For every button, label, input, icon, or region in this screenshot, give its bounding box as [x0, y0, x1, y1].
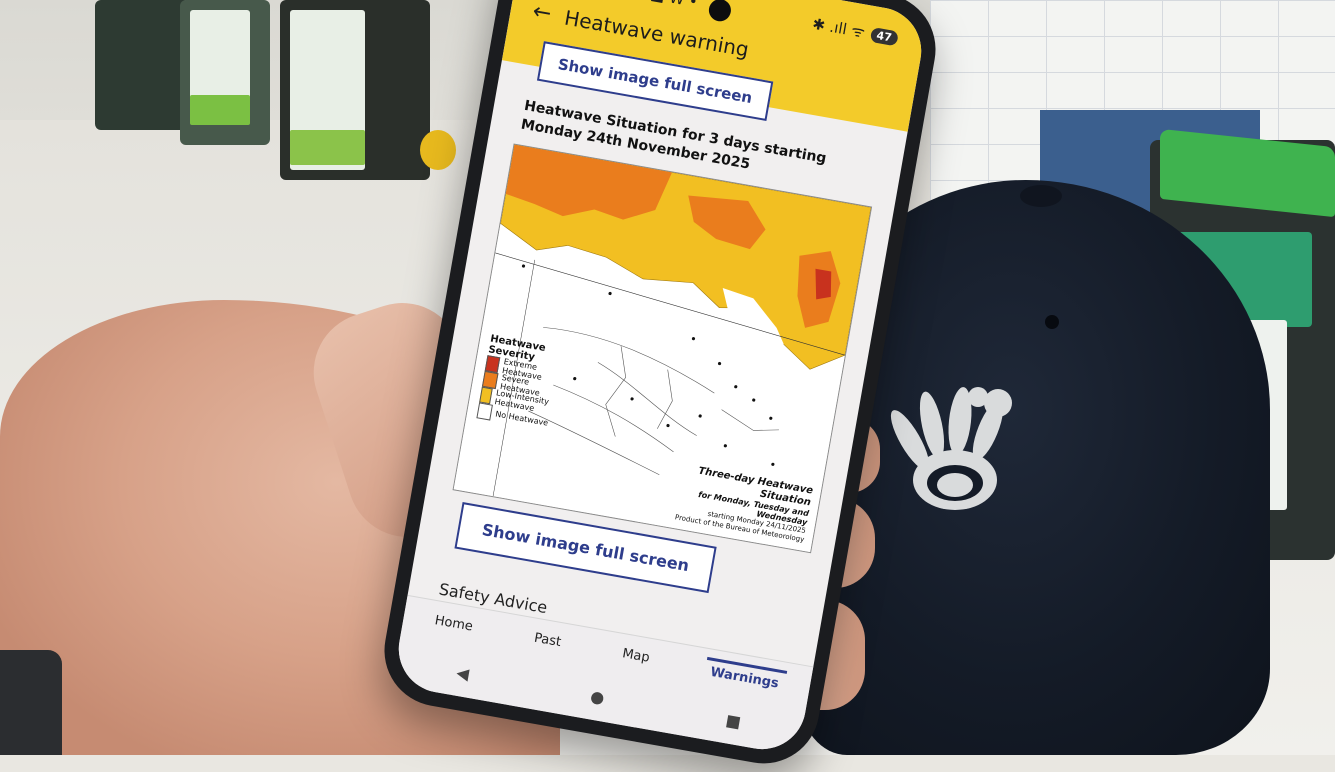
status-icons: ✱ .ıll ᯤ 47 — [811, 14, 900, 49]
bin-logo — [190, 95, 250, 125]
heatwave-map[interactable]: Heatwave Severity Extreme Heatwave Sever… — [452, 143, 873, 554]
nav-tab-warnings[interactable]: Warnings — [702, 656, 787, 697]
wristwatch — [0, 650, 62, 755]
nav-tab-map[interactable]: Map — [614, 641, 657, 673]
smartphone: C ■ W • ✱ .ıll ᯤ 47 ← Heatwave warning S… — [375, 0, 945, 772]
bottom-nav-items: Home Past Map Warnings — [402, 604, 812, 701]
legend-swatch-low-intensity — [479, 386, 493, 405]
signal-icon: ✱ .ıll ᯤ — [811, 14, 867, 42]
recycling-bin — [95, 0, 190, 130]
back-arrow-icon[interactable]: ← — [531, 0, 553, 27]
bin-logo — [290, 130, 365, 165]
map-legend: Heatwave Severity Extreme Heatwave Sever… — [476, 333, 578, 433]
phone-screen: C ■ W • ✱ .ıll ᯤ 47 ← Heatwave warning S… — [391, 0, 929, 757]
battery-icon: 47 — [869, 26, 899, 46]
back-triangle-icon[interactable]: ◀ — [455, 663, 470, 684]
recents-square-icon[interactable]: ■ — [724, 710, 742, 731]
phone-wrapper: C ■ W • ✱ .ıll ᯤ 47 ← Heatwave warning S… — [375, 0, 980, 772]
cap-button — [1020, 185, 1062, 207]
cap-eyelet — [1045, 315, 1059, 329]
bottom-navigation: Home Past Map Warnings ◀ ● ■ — [391, 594, 814, 757]
nav-tab-past[interactable]: Past — [526, 626, 569, 658]
home-circle-icon[interactable]: ● — [589, 686, 606, 707]
status-notifications: C ■ W • — [634, 0, 699, 11]
nav-tab-home[interactable]: Home — [426, 608, 480, 642]
legend-swatch-none — [476, 402, 493, 421]
